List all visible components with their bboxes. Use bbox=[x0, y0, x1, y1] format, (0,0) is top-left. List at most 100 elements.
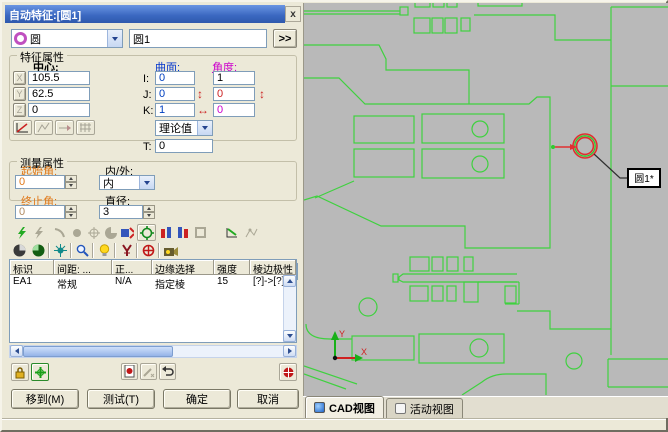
target-plus-icon[interactable] bbox=[85, 225, 102, 240]
cad-canvas[interactable]: Y X 圆1* bbox=[304, 3, 668, 395]
test-button[interactable]: 测试(T) bbox=[87, 389, 155, 409]
angle-3-input[interactable]: 0 bbox=[213, 103, 255, 117]
table-vertical-scrollbar[interactable] bbox=[283, 275, 296, 342]
axis-x-button[interactable]: X bbox=[13, 71, 26, 85]
col-id[interactable]: 标识 bbox=[10, 260, 54, 275]
end-angle-value: 0 bbox=[19, 206, 25, 218]
col-edge-select[interactable]: 边缘选择 bbox=[152, 260, 214, 275]
expand-button[interactable]: >> bbox=[273, 29, 297, 48]
chevron-down-icon[interactable] bbox=[139, 176, 154, 189]
end-angle-input[interactable]: 0 bbox=[15, 205, 65, 219]
offset-updown-icon[interactable]: ↕ bbox=[197, 87, 203, 101]
start-angle-input[interactable]: 0 bbox=[15, 175, 65, 189]
spider-teal-icon[interactable] bbox=[52, 243, 69, 258]
move-point-icon[interactable] bbox=[55, 120, 74, 135]
grid-icon[interactable] bbox=[76, 120, 95, 135]
circle-icon[interactable] bbox=[68, 225, 85, 240]
camera-icon[interactable] bbox=[162, 243, 179, 258]
gage-icon[interactable] bbox=[118, 243, 135, 258]
edit-disabled-icon[interactable] bbox=[140, 363, 157, 380]
axis-y-label: Y bbox=[339, 329, 345, 339]
bars-red-blue-icon[interactable] bbox=[158, 225, 175, 240]
lock-icon[interactable] bbox=[11, 363, 29, 381]
selected-feature-circle[interactable] bbox=[551, 134, 597, 158]
offset-leftright-icon[interactable]: ↔ bbox=[197, 103, 209, 117]
feature-type-combo[interactable]: 圆 bbox=[11, 29, 123, 48]
cancel-button[interactable]: 取消 bbox=[237, 389, 299, 409]
table-horizontal-scrollbar[interactable] bbox=[9, 345, 297, 358]
crosshair-icon[interactable] bbox=[31, 363, 49, 381]
inout-combo[interactable]: 内 bbox=[99, 175, 155, 190]
feature-type-value: 圆 bbox=[27, 31, 107, 47]
tab-cad-view[interactable]: CAD视图 bbox=[305, 396, 384, 418]
delete-target-icon[interactable] bbox=[121, 363, 138, 380]
polyline-icon[interactable] bbox=[243, 225, 260, 240]
center-z-value: 0 bbox=[32, 104, 38, 116]
col-edge-polarity[interactable]: 棱边极性 bbox=[250, 260, 296, 275]
scroll-left-icon[interactable] bbox=[10, 345, 23, 357]
scroll-down-icon[interactable] bbox=[283, 330, 296, 342]
end-angle-stepper[interactable] bbox=[65, 205, 77, 219]
scrollbar-thumb[interactable] bbox=[23, 346, 173, 357]
magnifier-icon[interactable] bbox=[74, 243, 91, 258]
view-tabbar: CAD视图 活动视图 bbox=[303, 396, 668, 418]
execute-target-icon[interactable] bbox=[279, 363, 297, 381]
theo-value-combo[interactable]: 理论值 bbox=[155, 120, 213, 136]
targets-table[interactable]: 标识 间距: ... 正... 边缘选择 强度 棱边极性 EA1 常规 N/A … bbox=[9, 259, 297, 343]
angle-mode-icon[interactable] bbox=[13, 120, 32, 135]
lightning-green-icon[interactable] bbox=[13, 225, 30, 240]
tab-live-view[interactable]: 活动视图 bbox=[386, 398, 463, 418]
diameter-input[interactable]: 3 bbox=[99, 205, 143, 219]
axis-y-button[interactable]: Y bbox=[13, 87, 26, 101]
ok-button[interactable]: 确定 bbox=[163, 389, 231, 409]
cell-normal: N/A bbox=[112, 275, 152, 290]
feature-label[interactable]: 圆1* bbox=[594, 154, 660, 187]
arc-icon[interactable] bbox=[51, 225, 68, 240]
angle-1-input[interactable]: 1 bbox=[213, 71, 255, 85]
dialog-titlebar[interactable]: 自动特征:[圆1] x bbox=[5, 5, 301, 23]
angle-2-input[interactable]: 0 bbox=[213, 87, 255, 101]
surface-k-input[interactable]: 1 bbox=[155, 103, 195, 117]
col-strength[interactable]: 强度 bbox=[214, 260, 250, 275]
chevron-down-icon[interactable] bbox=[197, 121, 212, 135]
center-x-input[interactable]: 105.5 bbox=[28, 71, 90, 85]
probe-blue-red-icon[interactable] bbox=[119, 225, 136, 240]
sphere-green-icon[interactable] bbox=[30, 243, 47, 258]
feature-name-input[interactable]: 圆1 bbox=[129, 29, 267, 48]
diameter-stepper[interactable] bbox=[143, 205, 155, 219]
table-row[interactable]: EA1 常规 N/A 指定棱 15 [?]->[?] bbox=[10, 275, 296, 290]
scroll-up-icon[interactable] bbox=[283, 275, 296, 287]
center-y-input[interactable]: 62.5 bbox=[28, 87, 90, 101]
app-window: 自动特征:[圆1] x 圆 圆1 >> 特征属性 中心: 曲面: 角度: X 1… bbox=[0, 0, 668, 432]
target-red-icon[interactable] bbox=[140, 243, 157, 258]
col-spacing[interactable]: 间距: ... bbox=[54, 260, 112, 275]
close-icon[interactable]: x bbox=[285, 6, 301, 22]
move-to-button[interactable]: 移到(M) bbox=[11, 389, 79, 409]
sphere-dark-icon[interactable] bbox=[11, 243, 28, 258]
cad-viewport[interactable]: Y X 圆1* bbox=[303, 3, 668, 396]
bulb-icon[interactable] bbox=[96, 243, 113, 258]
square-outline-icon[interactable] bbox=[192, 225, 209, 240]
offset-updown2-icon[interactable]: ↕ bbox=[259, 87, 265, 101]
snap-point-icon[interactable] bbox=[34, 120, 53, 135]
bars-blue-red-icon[interactable] bbox=[175, 225, 192, 240]
t-input[interactable]: 0 bbox=[155, 139, 213, 153]
chevron-down-icon[interactable] bbox=[107, 30, 122, 47]
col-normal[interactable]: 正... bbox=[112, 260, 152, 275]
surface-i-value: 0 bbox=[159, 72, 165, 84]
undo-icon[interactable] bbox=[159, 363, 176, 380]
center-z-input[interactable]: 0 bbox=[28, 103, 90, 117]
scroll-right-icon[interactable] bbox=[283, 345, 296, 357]
start-angle-stepper[interactable] bbox=[65, 175, 77, 189]
lightning-gray-icon[interactable] bbox=[30, 225, 47, 240]
surface-j-input[interactable]: 0 bbox=[155, 87, 195, 101]
corner-line-icon[interactable] bbox=[224, 225, 241, 240]
axis-z-button[interactable]: Z bbox=[13, 103, 26, 117]
axes-indicator: Y X bbox=[331, 329, 367, 362]
feature-name-value: 圆1 bbox=[133, 31, 150, 47]
surface-i-input[interactable]: 0 bbox=[155, 71, 195, 85]
k-label: K: bbox=[143, 105, 153, 117]
pie-icon[interactable] bbox=[102, 225, 119, 240]
table-header[interactable]: 标识 间距: ... 正... 边缘选择 强度 棱边极性 bbox=[10, 260, 296, 275]
crosshair-green-icon[interactable] bbox=[137, 224, 156, 241]
